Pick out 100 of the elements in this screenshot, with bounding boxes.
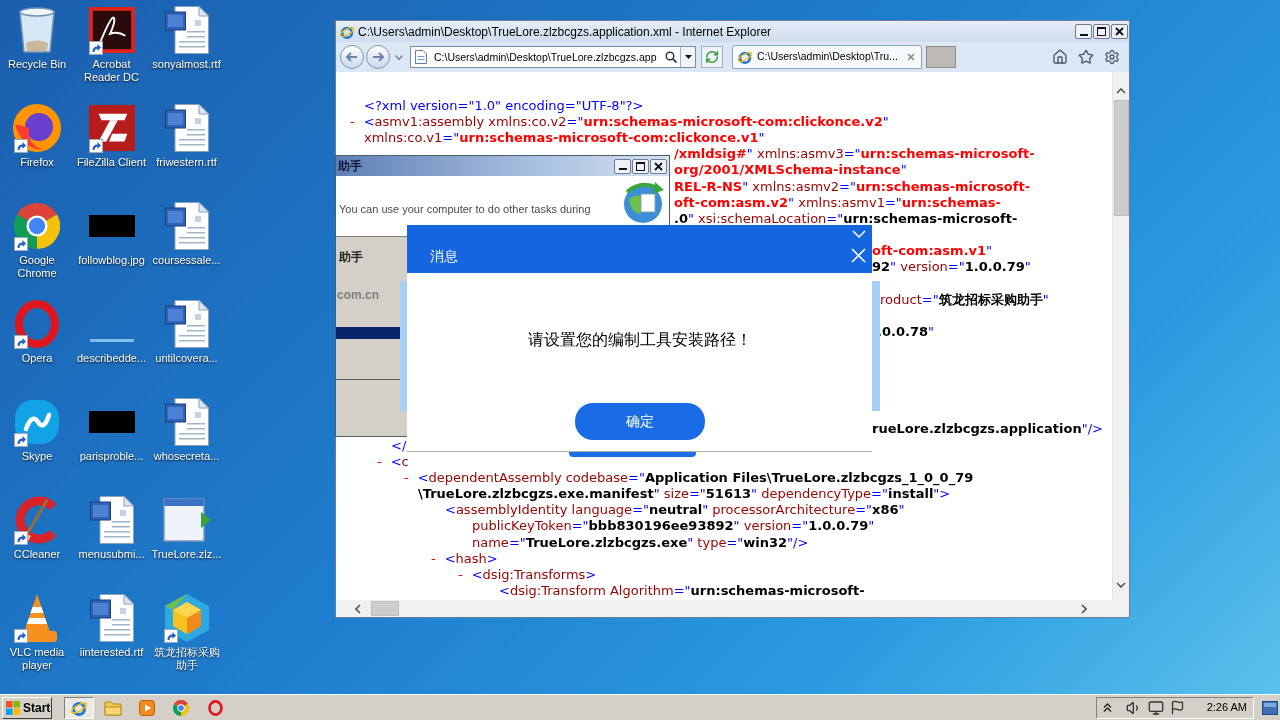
scroll-thumb[interactable] (1113, 100, 1129, 216)
document-icon[interactable] (164, 6, 209, 54)
close-icon (1115, 27, 1124, 36)
icon-label[interactable]: followblog.jpg (74, 254, 149, 267)
xml-line: .0" xsi:schemaLocation="urn:schemas-microsoft- (674, 211, 1018, 225)
search-icon[interactable] (665, 51, 677, 63)
swirl-logo-icon[interactable] (88, 7, 135, 53)
collapse-toggle[interactable]: - (458, 568, 463, 582)
document-icon[interactable] (89, 594, 134, 642)
forward-button[interactable] (366, 45, 390, 69)
orbit-logo-icon[interactable] (737, 49, 753, 65)
image-thumbnail-icon[interactable] (88, 215, 135, 237)
back-button[interactable] (340, 45, 364, 69)
close-button[interactable] (1111, 24, 1128, 39)
horizontal-scrollbar[interactable] (336, 600, 1129, 617)
icon-label[interactable]: describedde... (74, 352, 149, 365)
home-icon[interactable] (1052, 49, 1068, 65)
scroll-thumb[interactable] (371, 601, 399, 616)
address-bar[interactable]: C:\Users\admin\Desktop\TrueLore.zlzbcgzs.app (410, 46, 696, 68)
collapse-toggle[interactable]: - (377, 454, 382, 468)
xml-line: 92" version="1.0.0.79" (872, 260, 1031, 274)
arrow-right-icon[interactable] (372, 52, 384, 62)
document-icon[interactable] (164, 300, 209, 348)
icon-label[interactable]: TrueLore.zlz... (149, 548, 224, 561)
monitor-icon[interactable] (1147, 699, 1164, 716)
document-icon[interactable] (164, 104, 209, 152)
chevron-down-icon[interactable] (1116, 582, 1126, 588)
document-icon[interactable] (164, 398, 209, 446)
o-ring-icon[interactable] (207, 699, 223, 716)
icon-label[interactable]: menusubmi... (74, 548, 149, 561)
browser-tab[interactable]: C:\Users\admin\Desktop\Tru... (732, 45, 922, 69)
chevron-right-icon[interactable] (1081, 603, 1087, 614)
collapse-toggle[interactable]: - (350, 114, 355, 128)
icon-label[interactable]: whosecreta... (149, 450, 224, 463)
collapse-toggle[interactable]: - (404, 470, 409, 484)
icon-label[interactable]: coursessale... (149, 254, 224, 267)
icon-label[interactable]: 筑龙招标采购助手 (149, 646, 224, 672)
icon-label[interactable]: Acrobat Reader DC (74, 58, 149, 84)
dropdown-button[interactable] (680, 47, 695, 67)
icon-label[interactable]: CCleaner (0, 548, 74, 561)
xml-line: /xmldsig#" xmlns:asmv3="urn:schemas-microsoft- (674, 147, 1035, 161)
o-ring-icon[interactable] (15, 300, 59, 348)
play-tile-icon[interactable] (139, 699, 155, 716)
minimize-button[interactable] (614, 158, 631, 174)
icon-label[interactable]: untilcovera... (149, 352, 224, 365)
tile-logo-icon[interactable] (88, 105, 135, 151)
icon-label[interactable]: VLC media player (0, 646, 74, 672)
ring-logo-icon[interactable] (173, 699, 189, 716)
icon-label[interactable]: Opera (0, 352, 74, 365)
maximize-button[interactable] (1093, 24, 1110, 39)
icon-label[interactable]: friwestern.rtf (149, 156, 224, 169)
ring-logo-icon[interactable] (14, 203, 60, 249)
confirm-button[interactable]: 确定 (574, 403, 705, 440)
icon-label[interactable]: Google Chrome (0, 254, 74, 280)
caret-icon[interactable] (684, 55, 692, 59)
product-label: 助手 (339, 250, 363, 264)
xml-line: <dsig:Transforms> (471, 568, 597, 582)
chevron-up-icon[interactable] (1116, 88, 1126, 94)
maximize-button[interactable] (632, 158, 649, 174)
icon-label[interactable]: sonyalmost.rtf (149, 58, 224, 71)
app-window-icon[interactable] (162, 498, 211, 542)
icon-label[interactable]: FileZilla Client (74, 156, 149, 169)
show-desktop-icon[interactable] (1262, 700, 1278, 715)
xml-line: rueLore.zlzbcgzs.application"/> (872, 422, 1103, 436)
cloud-logo-icon[interactable] (15, 400, 59, 444)
xml-line: .0.0.78" (877, 325, 934, 339)
icon-label[interactable]: Skype (0, 450, 74, 463)
image-thumbnail-icon[interactable] (89, 339, 134, 342)
site-text: com.cn (337, 288, 379, 302)
bin-icon[interactable] (19, 7, 55, 53)
chevron-left-icon[interactable] (355, 603, 361, 614)
page-icon (415, 50, 427, 64)
xml-line: roduct="筑龙招标采购助手" (880, 292, 1049, 306)
icon-label[interactable]: iinterested.rtf (74, 646, 149, 659)
fox-globe-icon[interactable] (13, 104, 61, 152)
close-icon[interactable] (907, 53, 915, 61)
xml-line: org/2001/XMLSchema-instance" (674, 163, 907, 177)
flag-icon[interactable] (1169, 700, 1185, 715)
close-icon (654, 161, 663, 171)
chevron-up-icon[interactable] (1102, 703, 1112, 712)
icon-label[interactable]: Recycle Bin (0, 58, 74, 71)
vertical-scrollbar[interactable] (1112, 72, 1129, 600)
window-title: 助手 (338, 159, 362, 173)
icon-label[interactable]: parisproble... (74, 450, 149, 463)
icon-label[interactable]: Firefox (0, 156, 74, 169)
minimize-icon (1079, 33, 1088, 36)
taskbar-button[interactable] (64, 696, 94, 719)
image-thumbnail-icon[interactable] (88, 411, 135, 433)
document-icon[interactable] (164, 202, 209, 250)
minimize-button[interactable] (1075, 24, 1092, 39)
settings-icon[interactable] (1104, 49, 1120, 65)
collapse-toggle[interactable]: - (431, 551, 436, 565)
close-button[interactable] (650, 158, 667, 174)
xml-line: publicKeyToken="bbb830196ee93892" version="1.0.0.79" (472, 519, 875, 533)
arrow-left-icon[interactable] (346, 52, 358, 62)
clock-text[interactable]: 2:26 AM (1206, 701, 1247, 714)
star-icon[interactable] (1078, 49, 1094, 65)
start-button[interactable]: Start (2, 696, 52, 719)
message-text: 请设置您的编制工具安装路径！ (527, 330, 752, 350)
document-icon[interactable] (89, 496, 134, 544)
